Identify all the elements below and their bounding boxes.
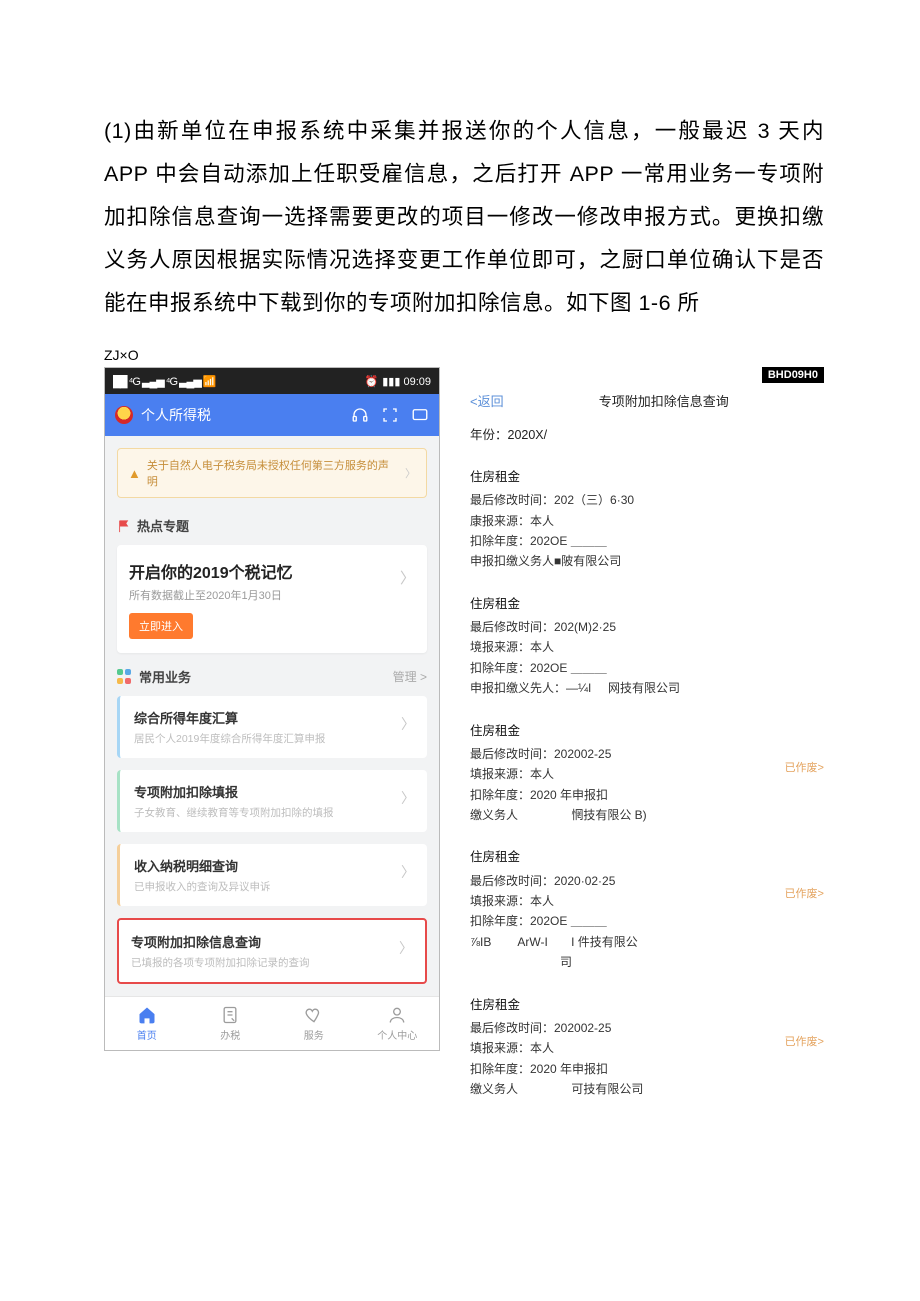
tax-memory-card[interactable]: 开启你的2019个税记忆 所有数据截止至2020年1月30日 〉 立即进入 [117,545,427,653]
tab-label: 个人中心 [377,1027,417,1042]
list-item-title: 专项附加扣除填报 [134,782,413,801]
tab-tax[interactable]: 办税 [189,997,273,1050]
record-line: 缴义务人 惘技有限公 B) [470,805,824,825]
record-line: 最后修改时间：202002-25 [470,744,824,764]
chevron-right-icon: 〉 [400,567,415,588]
record-title: 住房租金 [470,847,824,868]
warning-icon: ▲ [128,466,141,481]
deduction-record[interactable]: 住房租金最后修改时间：202(M)2·25境报来源：本人扣除年度：202OE ＿… [470,594,824,699]
record-line: 最后修改时间：2020·02·25 [470,871,824,891]
tab-label: 服务 [304,1027,324,1042]
record-title: 住房租金 [470,594,824,615]
enter-button[interactable]: 立即进入 [129,613,193,639]
flag-icon [117,519,131,533]
tab-home[interactable]: 首页 [105,997,189,1050]
deduction-record[interactable]: 住房租金最后修改时间：202002-25填报来源：本人已作废> 扣除年度：2020… [470,721,824,826]
record-line: 扣除年度：2020 年申报扣 [470,1059,824,1079]
hot-topic-label: 热点专题 [137,516,189,535]
record-line: 最后修改时间：202(M)2·25 [470,617,824,637]
list-item-deduction-query[interactable]: 专项附加扣除信息查询 已填报的各项专项附加扣除记录的查询 〉 [117,918,427,984]
chevron-right-icon: 〉 [401,788,415,808]
record-title: 住房租金 [470,467,824,488]
scan-icon[interactable] [381,406,399,424]
year-label: 年份：2020X/ [470,424,824,443]
record-line: 康报来源：本人 [470,511,824,531]
manage-link[interactable]: 管理 > [393,668,427,685]
main-paragraph: (1)由新单位在申报系统中采集并报送你的个人信息，一般最迟 3 天内 APP 中… [104,110,824,325]
list-item-income-query[interactable]: 收入纳税明细查询 已申报收入的查询及异议申诉 〉 [117,844,427,906]
app-title: 个人所得税 [141,405,343,425]
record-line: 最后修改时间：202002-25 [470,1018,824,1038]
notice-banner[interactable]: ▲ 关于自然人电子税务局未授权任何第三方服务的声明 〉 [117,448,427,498]
notice-text: 关于自然人电子税务局未授权任何第三方服务的声明 [147,457,399,489]
deduction-record[interactable]: 住房租金最后修改时间：202002-25填报来源：本人已作废> 扣除年度：2020… [470,995,824,1100]
message-icon[interactable] [411,406,429,424]
record-line: 申报扣缴义先人：—¼I 网技有限公司 [470,678,824,698]
record-line: 扣除年度：2020 年申报扣 [470,785,824,805]
record-line: 最后修改时间：202（三）6·30 [470,490,824,510]
deduction-detail-panel: BHD09H0 <返回 专项附加扣除信息查询 年份：2020X/ 住房租金最后修… [470,367,824,1121]
voided-tag: 已作废> [785,759,824,778]
record-line: 扣除年度：202OE ＿＿＿ [470,911,824,931]
tab-bar: 首页 办税 服务 个人中心 [105,996,439,1050]
list-item-title: 收入纳税明细查询 [134,856,413,875]
list-item-sub: 已申报收入的查询及异议申诉 [134,879,413,894]
tab-label: 首页 [137,1027,157,1042]
common-services-header: 常用业务 管理 > [117,667,427,686]
record-line: 填报来源：本人 [470,764,824,784]
voided-tag: 已作废> [785,1033,824,1052]
voided-tag: 已作废> [785,885,824,904]
status-bar: ██ ⁴G ▃▄▅ ⁴G ▃▄▅ 📶 ⏰ ▮▮▮ 09:09 [105,368,439,394]
small-label: ZJ×O [104,347,824,363]
record-line: 境报来源：本人 [470,637,824,657]
chevron-right-icon: 〉 [401,714,415,734]
bigcard-sub: 所有数据截止至2020年1月30日 [129,587,415,603]
alarm-icon: ⏰ [365,375,379,388]
list-item-title: 专项附加扣除信息查询 [131,932,411,951]
chevron-right-icon: 〉 [401,862,415,882]
detail-header: <返回 专项附加扣除信息查询 [470,391,824,410]
record-title: 住房租金 [470,995,824,1016]
back-link[interactable]: <返回 [470,391,504,410]
hot-topic-header: 热点专题 [117,516,427,535]
list-item-sub: 子女教育、继续教育等专项附加扣除的填报 [134,805,413,820]
tab-profile[interactable]: 个人中心 [356,997,440,1050]
grid-icon [117,669,133,685]
record-line: 扣除年度：202OE ＿＿＿ [470,531,824,551]
detail-title: 专项附加扣除信息查询 [504,391,824,410]
tab-label: 办税 [220,1027,240,1042]
deduction-record[interactable]: 住房租金最后修改时间：202（三）6·30康报来源：本人扣除年度：202OE ＿… [470,467,824,572]
record-line: 申报扣缴义务人■陂有限公司 [470,551,824,571]
record-title: 住房租金 [470,721,824,742]
chevron-right-icon: 〉 [399,938,413,958]
record-line: 扣除年度：202OE ＿＿＿ [470,658,824,678]
headset-icon[interactable] [351,406,369,424]
list-item-title: 综合所得年度汇算 [134,708,413,727]
tab-service[interactable]: 服务 [272,997,356,1050]
app-logo-icon [115,406,133,424]
record-line: 填报来源：本人 [470,891,824,911]
app-bar: 个人所得税 [105,394,439,436]
list-item-sub: 已填报的各项专项附加扣除记录的查询 [131,955,411,970]
record-line: 填报来源：本人 [470,1038,824,1058]
list-item-deduction-fill[interactable]: 专项附加扣除填报 子女教育、继续教育等专项附加扣除的填报 〉 [117,770,427,832]
deduction-record[interactable]: 住房租金最后修改时间：2020·02·25填报来源：本人已作废> 扣除年度：202… [470,847,824,972]
chevron-right-icon: 〉 [405,465,416,481]
status-signal-icons: ██ ⁴G ▃▄▅ ⁴G ▃▄▅ 📶 [113,375,216,388]
top-badge: BHD09H0 [762,367,824,383]
list-item-annual[interactable]: 综合所得年度汇算 居民个人2019年度综合所得年度汇算申报 〉 [117,696,427,758]
status-time: ▮▮▮ 09:09 [382,375,431,388]
record-line: 缴义务人 可技有限公司 [470,1079,824,1099]
common-services-label: 常用业务 [139,667,191,686]
record-line: ⅞IB ArW-I I 件技有限公 司 [470,932,824,973]
bigcard-title: 开启你的2019个税记忆 [129,559,415,583]
phone-screenshot: ██ ⁴G ▃▄▅ ⁴G ▃▄▅ 📶 ⏰ ▮▮▮ 09:09 个人所得税 [104,367,440,1051]
list-item-sub: 居民个人2019年度综合所得年度汇算申报 [134,731,413,746]
